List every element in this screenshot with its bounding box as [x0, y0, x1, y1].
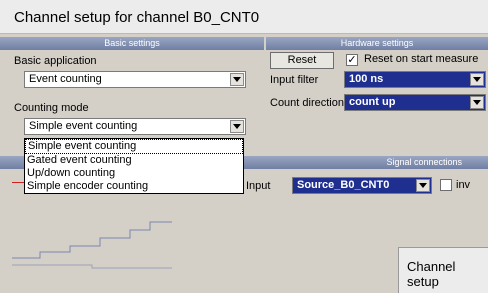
reset-on-start-checkbox[interactable]: ✓ [346, 54, 358, 66]
window-title: Channel setup for channel B0_CNT0 [14, 9, 260, 26]
counting-mode-option[interactable]: Simple event counting [25, 139, 243, 154]
chevron-down-icon[interactable] [470, 96, 484, 109]
counting-mode-option[interactable]: Gated event counting [25, 154, 243, 167]
section-header-signal-label: Signal connections [386, 157, 462, 167]
counting-mode-label: Counting mode [14, 102, 89, 114]
inv-label: inv [456, 179, 471, 191]
chevron-down-icon[interactable] [230, 120, 244, 133]
counter-staircase-line [12, 221, 172, 259]
section-header-hardware: Hardware settings [266, 37, 488, 50]
inv-checkbox[interactable] [440, 179, 452, 191]
subwindow-title: Channel setup [407, 259, 456, 289]
source-value: Source_B0_CNT0 [297, 179, 390, 191]
counting-mode-dropdown[interactable]: Simple event counting Gated event counti… [24, 138, 244, 194]
input-label: Input [246, 180, 271, 192]
counter-baseline [12, 264, 172, 269]
basic-application-value: Event counting [29, 73, 102, 85]
chevron-down-icon[interactable] [416, 179, 430, 192]
counting-mode-option[interactable]: Up/down counting [25, 167, 243, 180]
counting-mode-option[interactable]: Simple encoder counting [25, 180, 243, 193]
channel-setup-subwindow[interactable]: Channel setup [398, 247, 488, 293]
counting-mode-select[interactable]: Simple event counting [24, 118, 246, 135]
reset-on-start-label: Reset on start measure [364, 53, 479, 65]
input-filter-label: Input filter [270, 74, 319, 86]
input-filter-value: 100 ns [349, 73, 384, 85]
basic-application-select[interactable]: Event counting [24, 71, 246, 88]
checkmark-icon: ✓ [347, 54, 357, 66]
chevron-down-icon[interactable] [470, 73, 484, 86]
section-header-basic: Basic settings [0, 37, 264, 50]
count-direction-value: count up [349, 96, 396, 108]
chevron-down-icon[interactable] [230, 73, 244, 86]
count-direction-select[interactable]: count up [344, 94, 486, 111]
count-direction-label: Count direction [270, 97, 344, 109]
counter-staircase-preview [12, 221, 172, 269]
input-filter-select[interactable]: 100 ns [344, 71, 486, 88]
basic-application-label: Basic application [14, 55, 97, 67]
counting-mode-value: Simple event counting [29, 120, 138, 132]
title-bar: Channel setup for channel B0_CNT0 [0, 0, 488, 34]
source-select[interactable]: Source_B0_CNT0 [292, 177, 432, 194]
reset-button[interactable]: Reset [270, 52, 334, 69]
